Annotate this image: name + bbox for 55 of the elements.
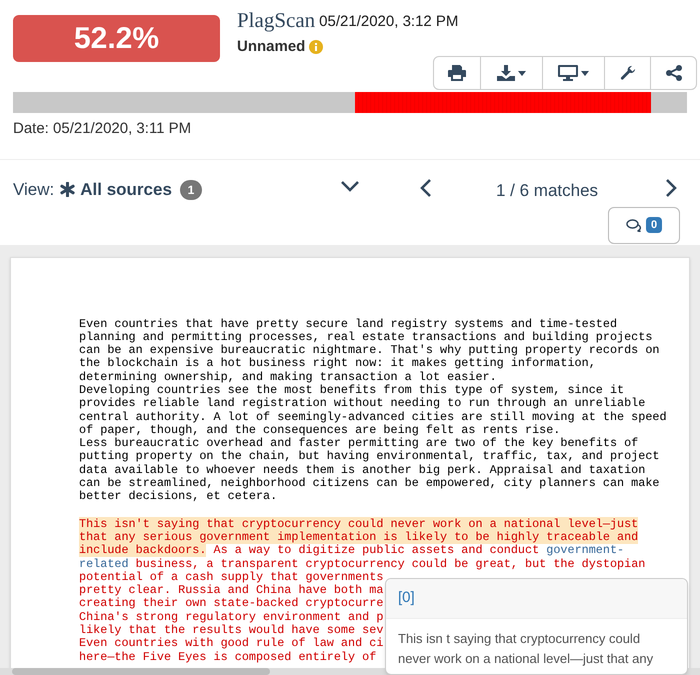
document-text: can be an expensive bureaucratic nightmare. That's why putting property records on [79,343,660,358]
document-text: Even countries that have pretty secure land registry systems and time-tested [79,316,618,330]
popover-title: [0] [398,588,415,608]
info-icon [309,40,324,54]
caret-icon [581,70,589,76]
score-badge: 52.2% [13,15,220,62]
wrench-icon [620,65,636,81]
logo: PlagScan [237,7,316,34]
source-link[interactable]: government- [546,543,624,558]
printer-icon [448,65,466,81]
document-name: Unnamed [237,37,306,57]
comments-button[interactable]: 0 [608,206,680,244]
source-selector[interactable]: All sources 1 [60,176,202,202]
document-text: Less bureaucratic overhead and faster permitting are two of the key benefits of [79,436,638,450]
document-text: can be streamlined, neighborhood citizens can be empowered, city planners can make [79,476,660,490]
document-text: better decisions, et cetera. [79,489,278,504]
document-text: determining ownership, and making transaction a lot easier. [79,370,497,384]
report-date: 05/21/2020, 3:12 PM [319,12,458,32]
popover-text: This isn t saying that cryptocurrency could never work on a national level—just that any [397,630,654,668]
matched-text: business, a transparent cryptocurrency could be great, but the dystopian [134,556,646,571]
document-text: putting property on the chain, but having environmental, traffic, tax, and project [79,449,660,464]
speech-bubbles-icon [626,218,643,232]
comment-count: 0 [646,217,662,233]
previous-icon[interactable] [420,178,432,198]
document-text: central authority. A lot of seemingly-advanced cities are still moving at the speed [79,410,667,424]
asterisk-icon [60,182,76,197]
document-text: planning and permitting processes, real estate transactions and building projects [79,330,652,344]
matched-text: likely that the results would have some sev [79,623,384,638]
document-date: Date: 05/21/2020, 3:11 PM [12,119,192,139]
match-counter: 1 / 6 matches [496,180,598,202]
view-label: View: [13,178,54,201]
matched-text: As a way to digitize public assets and conduct [212,543,540,558]
document-text: Developing countries see the most benefits from this type of system, since it [79,382,624,397]
scrollbar-thumb[interactable] [12,668,270,675]
matched-text: that any serious government implementation is likely to be highly traceable and [79,530,638,544]
matched-text: creating their own state-backed cryptocurre [79,596,384,610]
document-text: data available to whoever needs them is another big perk. Appraisal and taxation [79,462,646,477]
matched-text: here—the Five Eyes is composed entirely of [79,650,376,664]
next-icon[interactable] [665,178,677,198]
matched-text: include backdoors. [79,543,206,558]
document-text: provides reliable land registration without needing to run through an unreliable [79,396,646,410]
matched-text: potential of a cash supply that governments [79,570,384,584]
monitor-icon [558,65,578,81]
count-badge: 1 [180,180,202,200]
chevron-down-icon[interactable] [340,180,360,192]
caret-icon [518,70,526,76]
download-icon [497,65,515,81]
document-text: of paper, though, and the consequences are being felt as rents rise. [79,422,560,437]
matched-text: This isn't saying that cryptocurrency could never work on a national level—just [79,516,638,531]
matched-text: pretty clear. Russia and China have both ma [79,583,384,598]
matched-text: Even countries with good rule of law and ci [79,636,384,650]
matched-text: China's strong regulatory environment and p [79,610,384,624]
share-icon [666,65,682,81]
source-link[interactable]: related [79,556,129,571]
document-text: the blockchain is a hot business right now: it makes getting information, [79,356,596,370]
